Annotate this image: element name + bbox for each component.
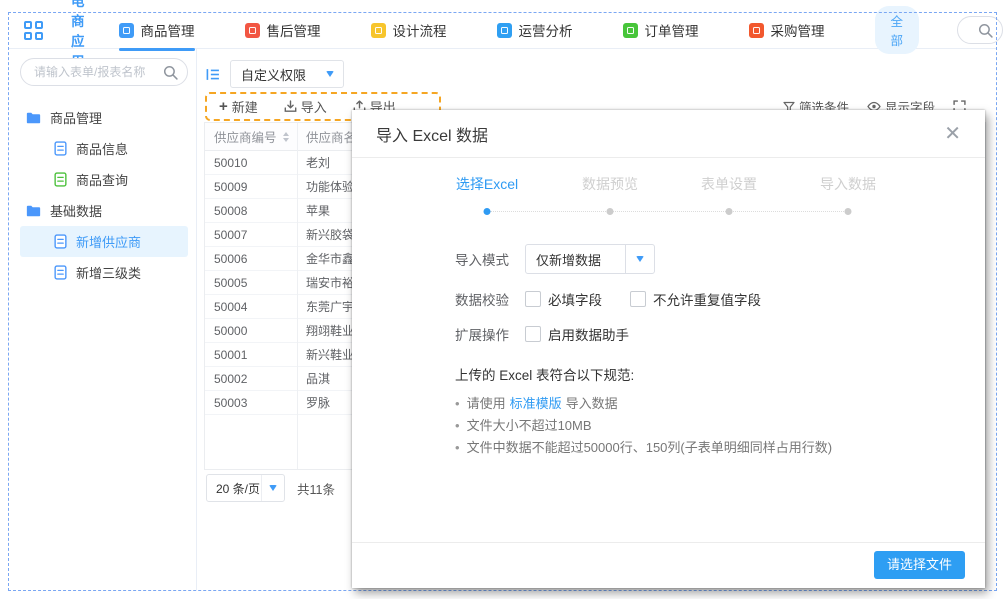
view-toggle-icon[interactable] (206, 68, 220, 81)
permission-select[interactable]: 自定义权限 (230, 60, 344, 88)
plus-icon: + (219, 99, 228, 114)
app-icon-purchase (749, 23, 764, 38)
nav-tab-aftersale[interactable]: 售后管理 (245, 20, 321, 40)
nav-tab-order[interactable]: 订单管理 (623, 20, 699, 40)
tree-item-goods-query[interactable]: 商品查询 (20, 164, 188, 195)
total-count: 共11条 (297, 479, 335, 498)
required-fields-option[interactable]: 必填字段 (525, 289, 602, 309)
new-button[interactable]: +新建 (219, 97, 258, 116)
nav-tab-operation[interactable]: 运营分析 (497, 20, 573, 40)
tree-item-goods-info[interactable]: 商品信息 (20, 133, 188, 164)
top-nav: 电商应用 商品管理 售后管理 设计流程 运营分析 订单管理 采购管理 全部 (24, 14, 982, 46)
document-icon (54, 141, 67, 156)
page-size-select[interactable]: 20 条/页 (206, 474, 285, 502)
import-icon (284, 100, 297, 113)
validation-row: 数据校验 必填字段 不允许重复值字段 (455, 289, 985, 309)
chevron-down-icon (625, 245, 654, 273)
step-data-preview: 数据预览 (582, 174, 638, 194)
no-duplicates-option[interactable]: 不允许重复值字段 (630, 289, 761, 309)
document-icon (54, 234, 67, 249)
folder-icon (26, 111, 41, 124)
close-icon[interactable]: ✕ (944, 124, 961, 144)
rule-limits: 文件中数据不能超过50000行、150列(子表单明细同样占用行数) (455, 437, 985, 459)
step-track (490, 211, 846, 212)
app-icon-design (371, 23, 386, 38)
global-search (957, 16, 1003, 44)
standard-template-link[interactable]: 标准模版 (510, 396, 562, 411)
sidebar-divider (196, 49, 197, 590)
data-assistant-option[interactable]: 启用数据助手 (525, 324, 629, 344)
step-indicator: 选择Excel 数据预览 表单设置 导入数据 (352, 174, 985, 222)
step-dot (484, 208, 491, 215)
nav-tab-purchase[interactable]: 采购管理 (749, 20, 825, 40)
view-row: 自定义权限 (206, 60, 344, 88)
column-divider (297, 123, 298, 469)
step-select-excel: 选择Excel (456, 174, 518, 194)
app-icon-aftersale (245, 23, 260, 38)
folder-icon (26, 204, 41, 217)
extension-row: 扩展操作 启用数据助手 (455, 324, 985, 344)
tree-item-new-category[interactable]: 新增三级类 (20, 257, 188, 288)
pagination: 20 条/页 共11条 (206, 474, 335, 502)
form-search (20, 58, 188, 86)
step-dot (607, 208, 614, 215)
import-button[interactable]: 导入 (284, 97, 327, 116)
document-icon (54, 172, 67, 187)
upload-rules: 上传的 Excel 表符合以下规范: 请使用标准模版导入数据 文件大小不超过10… (455, 364, 985, 459)
step-import-data: 导入数据 (820, 174, 876, 194)
app-grid-icon[interactable] (24, 21, 43, 40)
nav-all-badge[interactable]: 全部 (875, 6, 920, 54)
tree-folder-base-data[interactable]: 基础数据 (20, 195, 188, 226)
checkbox[interactable] (525, 326, 541, 342)
checkbox[interactable] (525, 291, 541, 307)
choose-file-button[interactable]: 请选择文件 (874, 551, 965, 579)
document-icon (54, 265, 67, 280)
app-icon-operation (497, 23, 512, 38)
modal-footer: 请选择文件 (352, 542, 985, 588)
search-icon[interactable] (163, 65, 178, 80)
import-mode-row: 导入模式 仅新增数据 (455, 244, 985, 274)
app-icon-goods (119, 23, 134, 38)
rule-size: 文件大小不超过10MB (455, 415, 985, 437)
sidebar: 商品管理 商品信息 商品查询 基础数据 新增供应商 新增三级类 (20, 58, 188, 288)
chevron-down-icon (326, 71, 334, 77)
tree-item-new-supplier[interactable]: 新增供应商 (20, 226, 188, 257)
import-excel-modal: 导入 Excel 数据 ✕ 选择Excel 数据预览 表单设置 导入数据 导入模… (352, 110, 985, 588)
nav-tab-design[interactable]: 设计流程 (371, 20, 447, 40)
rule-template: 请使用标准模版导入数据 (455, 393, 985, 415)
checkbox[interactable] (630, 291, 646, 307)
chevron-down-icon (261, 475, 284, 501)
search-icon[interactable] (978, 23, 993, 38)
step-form-settings: 表单设置 (701, 174, 757, 194)
step-dot (845, 208, 852, 215)
tree-folder-goods-mgmt[interactable]: 商品管理 (20, 102, 188, 133)
nav-tabs: 商品管理 售后管理 设计流程 运营分析 订单管理 采购管理 (119, 20, 875, 40)
nav-tab-goods[interactable]: 商品管理 (119, 20, 195, 40)
import-mode-select[interactable]: 仅新增数据 (525, 244, 655, 274)
sort-icon[interactable] (283, 132, 289, 142)
step-dot (726, 208, 733, 215)
app-root: 电商应用 商品管理 售后管理 设计流程 运营分析 订单管理 采购管理 全部 商品… (0, 0, 1004, 599)
modal-header: 导入 Excel 数据 ✕ (352, 110, 985, 158)
app-icon-order (623, 23, 638, 38)
modal-title: 导入 Excel 数据 (376, 122, 488, 146)
